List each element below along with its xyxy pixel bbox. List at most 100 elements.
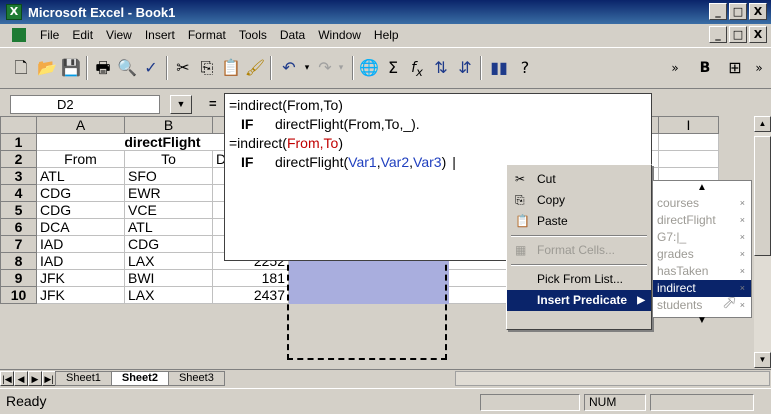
predicate-item[interactable]: grades × xyxy=(653,246,751,263)
name-box[interactable]: D2 xyxy=(10,95,160,114)
open-icon[interactable]: 📂 xyxy=(36,57,58,79)
paste-menu-item[interactable]: 📋 Paste xyxy=(507,211,651,232)
submenu-scroll-up-icon[interactable]: ▲ xyxy=(653,181,751,195)
insert-predicate-menu-item[interactable]: Insert Predicate ▶ xyxy=(507,290,651,311)
cell[interactable] xyxy=(288,286,369,304)
cell[interactable]: BWI xyxy=(124,269,213,287)
remove-icon[interactable]: × xyxy=(740,297,745,314)
row-header[interactable]: 9 xyxy=(0,269,37,287)
paste-icon[interactable]: 📋 xyxy=(220,57,242,79)
first-sheet-icon[interactable]: |◀ xyxy=(0,370,14,386)
toolbar-overflow-2-icon[interactable]: » xyxy=(748,57,770,79)
new-icon[interactable]: 🗋 xyxy=(10,57,32,79)
column-header[interactable]: A xyxy=(36,116,125,134)
select-all-corner[interactable] xyxy=(0,116,37,134)
row-header[interactable]: 10 xyxy=(0,286,37,304)
menu-edit[interactable]: Edit xyxy=(72,28,93,42)
menu-window[interactable]: Window xyxy=(318,28,361,42)
menu-view[interactable]: View xyxy=(106,28,132,42)
vertical-scrollbar[interactable]: ▲ ▼ xyxy=(754,116,771,368)
remove-icon[interactable]: × xyxy=(740,229,745,246)
row-header[interactable]: 8 xyxy=(0,252,37,270)
excel-app-icon[interactable]: X xyxy=(6,4,22,20)
copy-icon[interactable]: ⎘ xyxy=(196,57,218,79)
title-bar[interactable]: X Microsoft Excel - Book1 _ □ X xyxy=(0,0,771,24)
cell[interactable]: IAD xyxy=(36,235,125,253)
name-box-dropdown-icon[interactable]: ▼ xyxy=(170,95,192,114)
cell[interactable]: 181 xyxy=(212,269,289,287)
remove-icon[interactable]: × xyxy=(740,280,745,297)
cell[interactable]: SFO xyxy=(124,167,213,185)
menu-help[interactable]: Help xyxy=(374,28,399,42)
cell[interactable]: CDG xyxy=(36,201,125,219)
cell[interactable]: DCA xyxy=(36,218,125,236)
copy-menu-item[interactable]: ⎘ Copy xyxy=(507,190,651,211)
doc-restore-button[interactable]: □ xyxy=(729,26,747,43)
cell[interactable]: LAX xyxy=(124,286,213,304)
pick-from-list-menu-item[interactable]: Pick From List... xyxy=(507,269,651,290)
scroll-down-icon[interactable]: ▼ xyxy=(754,352,771,368)
bold-icon[interactable]: B xyxy=(694,57,716,79)
function-icon[interactable]: fx xyxy=(406,57,428,79)
cell[interactable]: From xyxy=(36,150,125,168)
save-icon[interactable]: 💾 xyxy=(60,57,82,79)
predicate-item[interactable]: courses × xyxy=(653,195,751,212)
remove-icon[interactable]: × xyxy=(740,195,745,212)
prev-sheet-icon[interactable]: ◀ xyxy=(14,370,28,386)
cell[interactable]: CDG xyxy=(124,235,213,253)
cell[interactable]: IAD xyxy=(36,252,125,270)
format-cells-menu-item[interactable]: ▦ Format Cells... xyxy=(507,240,651,261)
menu-insert[interactable]: Insert xyxy=(145,28,175,42)
format-painter-icon[interactable]: 🖌 xyxy=(244,57,266,79)
tab-sheet2[interactable]: Sheet2 xyxy=(110,370,169,386)
merge-center-icon[interactable]: ⊞ xyxy=(724,57,746,79)
scroll-thumb[interactable] xyxy=(754,136,771,256)
cell[interactable]: EWR xyxy=(124,184,213,202)
minimize-button[interactable]: _ xyxy=(709,3,727,20)
menu-file[interactable]: File xyxy=(40,28,59,42)
cut-icon[interactable]: ✂ xyxy=(172,57,194,79)
cell[interactable] xyxy=(288,269,369,287)
column-header[interactable]: B xyxy=(124,116,213,134)
close-button[interactable]: X xyxy=(749,3,767,20)
workbook-icon[interactable] xyxy=(12,28,26,42)
cell[interactable]: ATL xyxy=(124,218,213,236)
spelling-icon[interactable]: ✓ xyxy=(140,57,162,79)
remove-icon[interactable]: × xyxy=(740,246,745,263)
cell[interactable] xyxy=(368,269,449,287)
menu-format[interactable]: Format xyxy=(188,28,226,42)
column-header[interactable]: I xyxy=(658,116,719,134)
tab-sheet1[interactable]: Sheet1 xyxy=(55,370,112,386)
cell[interactable] xyxy=(658,133,719,151)
doc-minimize-button[interactable]: _ xyxy=(709,26,727,43)
row-header[interactable]: 6 xyxy=(0,218,37,236)
redo-dropdown-icon[interactable]: ▾ xyxy=(330,57,352,79)
print-icon[interactable]: 🖶 xyxy=(92,57,114,79)
tab-sheet3[interactable]: Sheet3 xyxy=(167,370,225,386)
predicate-item[interactable]: G7:|_ × xyxy=(653,229,751,246)
row-header[interactable]: 3 xyxy=(0,167,37,185)
cell[interactable]: VCE xyxy=(124,201,213,219)
row-header[interactable]: 1 xyxy=(0,133,37,151)
row-header[interactable]: 4 xyxy=(0,184,37,202)
predicate-item[interactable]: directFlight × xyxy=(653,212,751,229)
row-header[interactable]: 7 xyxy=(0,235,37,253)
last-sheet-icon[interactable]: ▶| xyxy=(42,370,56,386)
sort-descending-icon[interactable]: ⇵ xyxy=(454,57,476,79)
next-sheet-icon[interactable]: ▶ xyxy=(28,370,42,386)
cell[interactable]: LAX xyxy=(124,252,213,270)
horizontal-scrollbar[interactable] xyxy=(455,371,770,386)
cell[interactable]: ATL xyxy=(36,167,125,185)
cell[interactable]: JFK xyxy=(36,269,125,287)
print-preview-icon[interactable]: 🔍 xyxy=(116,57,138,79)
cut-menu-item[interactable]: ✂ Cut xyxy=(507,169,651,190)
help-icon[interactable]: ? xyxy=(514,57,536,79)
submenu-scroll-down-icon[interactable]: ▼ xyxy=(653,314,751,328)
chart-wizard-icon[interactable]: ▮▮ xyxy=(488,57,510,79)
row-header[interactable]: 2 xyxy=(0,150,37,168)
sort-ascending-icon[interactable]: ⇅ xyxy=(430,57,452,79)
predicate-item[interactable]: hasTaken × xyxy=(653,263,751,280)
scroll-up-icon[interactable]: ▲ xyxy=(754,116,771,132)
remove-icon[interactable]: × xyxy=(740,212,745,229)
cell[interactable]: 2437 xyxy=(212,286,289,304)
